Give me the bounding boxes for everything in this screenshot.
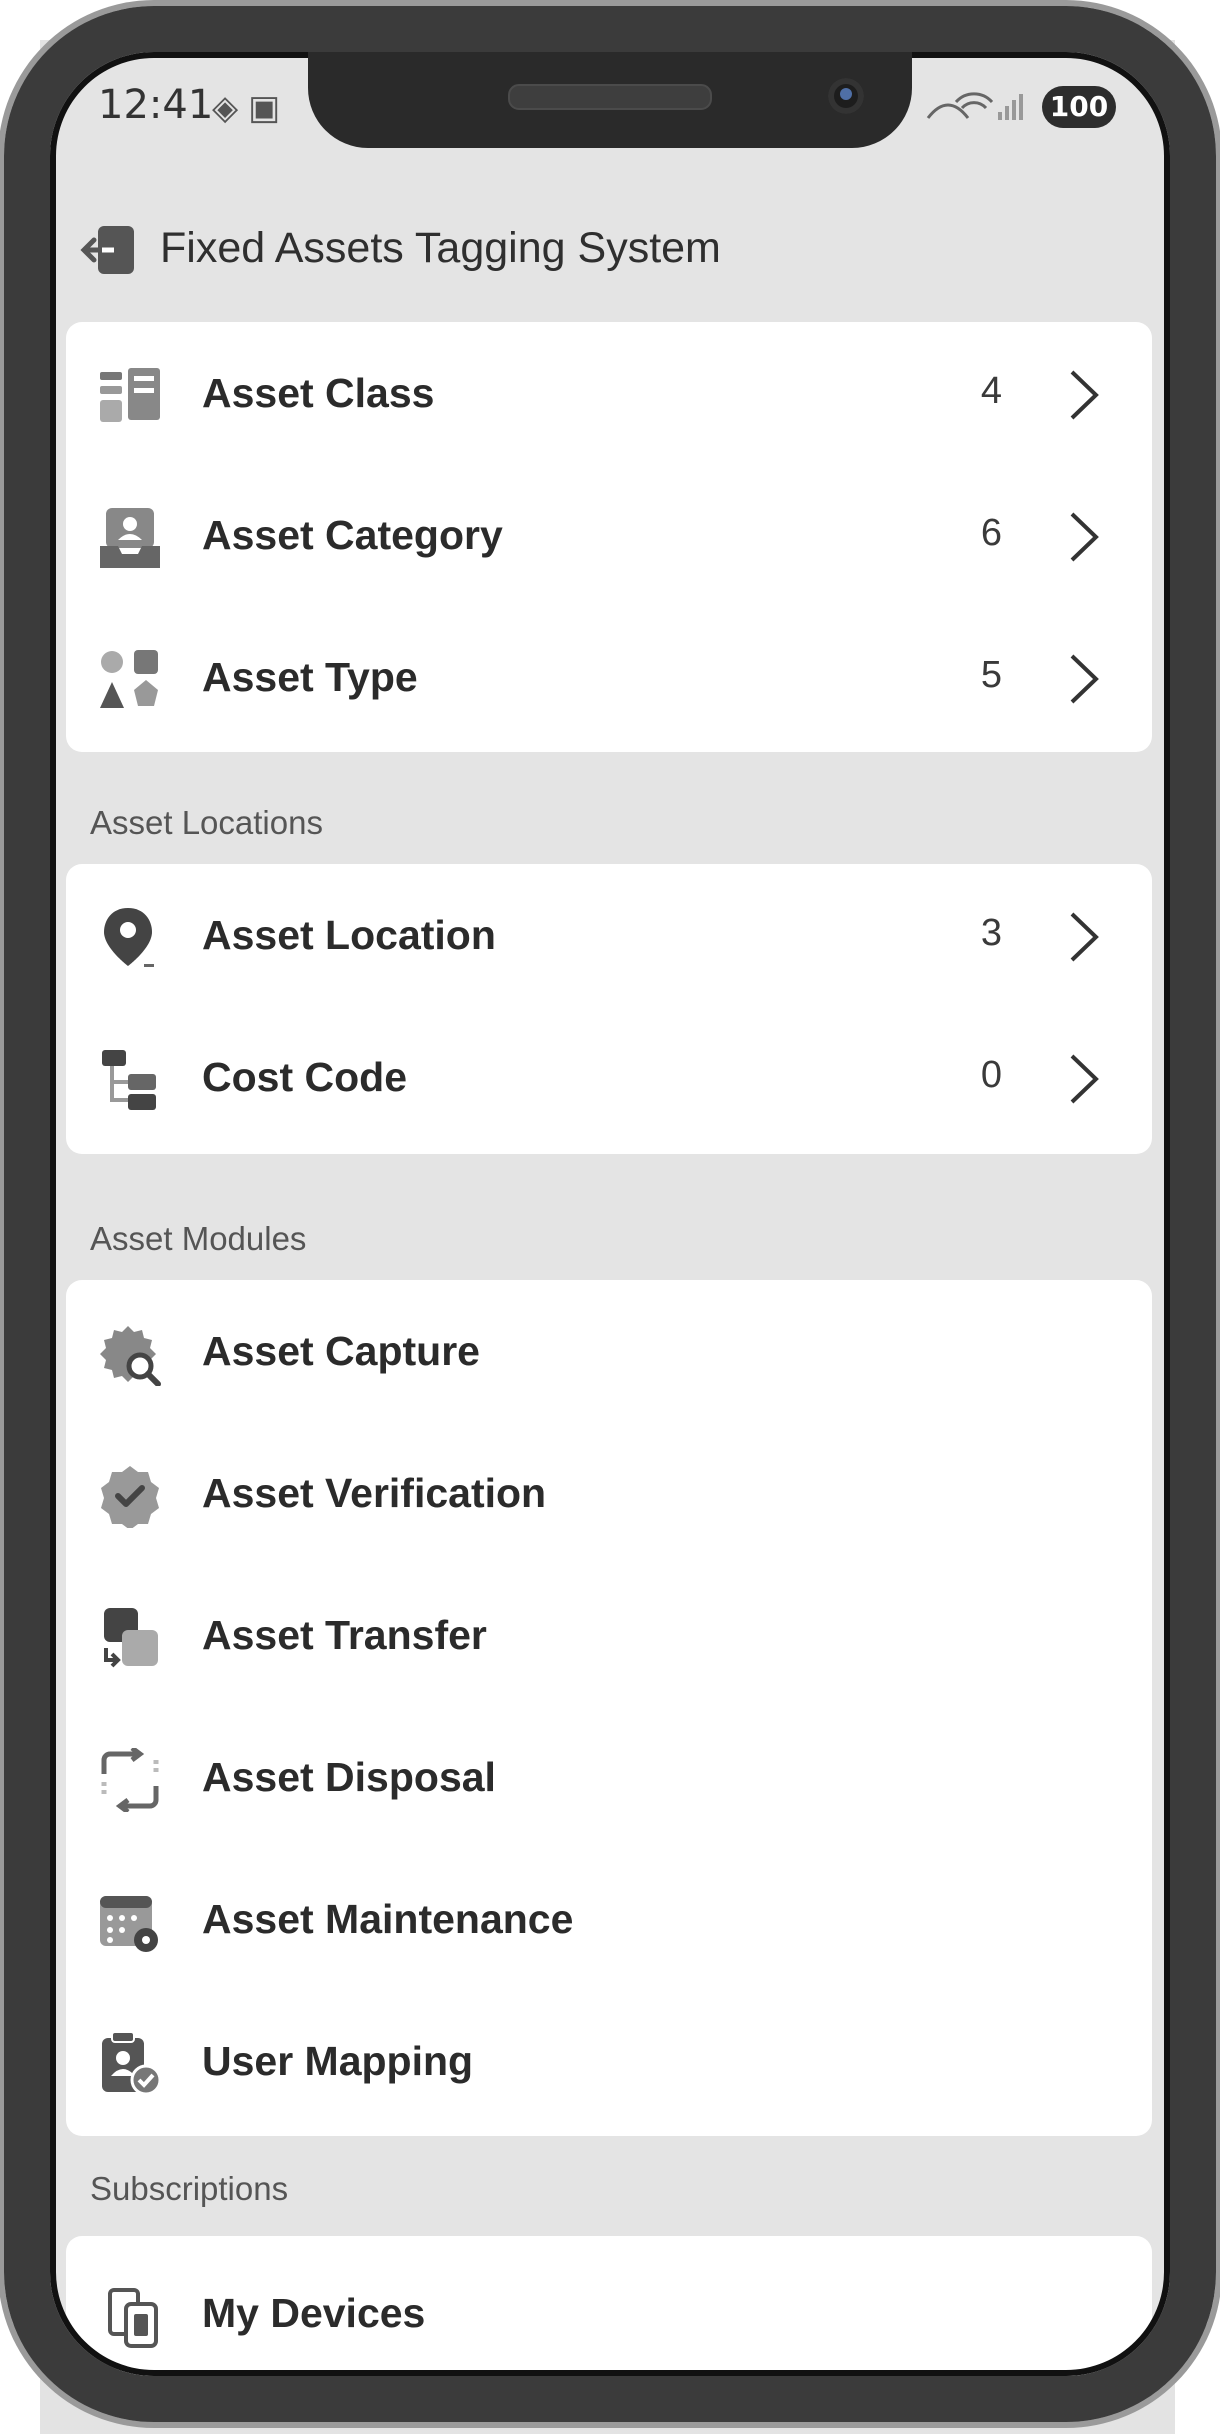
asset-verification-row[interactable]: Asset Verification xyxy=(66,1424,1152,1566)
chevron-right-icon xyxy=(1070,654,1099,704)
gear-search-icon xyxy=(100,1326,161,1386)
list-grid-icon xyxy=(100,368,160,422)
asset-setup-card: Asset Class 4 Asset Category 6 Asset Typ… xyxy=(66,322,1152,752)
side-button xyxy=(1206,180,1220,240)
asset-modules-card: Asset Capture Asset Verification Asset T… xyxy=(66,1280,1152,2136)
cost-code-row[interactable]: Cost Code 0 xyxy=(66,1008,1152,1150)
cost-code-label: Cost Code xyxy=(202,1054,407,1100)
asset-maintenance-label: Asset Maintenance xyxy=(202,1896,574,1942)
asset-location-row[interactable]: Asset Location 3 xyxy=(66,866,1152,1008)
map-pin-icon xyxy=(104,908,154,967)
page-title: Fixed Assets Tagging System xyxy=(160,224,721,272)
subscriptions-heading: Subscriptions xyxy=(90,2170,289,2207)
asset-category-label: Asset Category xyxy=(202,512,503,558)
chevron-right-icon xyxy=(1070,912,1099,962)
speaker-grille xyxy=(508,84,712,110)
verified-badge-icon xyxy=(101,1466,159,1528)
asset-disposal-label: Asset Disposal xyxy=(202,1754,496,1800)
shapes-icon xyxy=(100,650,158,708)
asset-verification-label: Asset Verification xyxy=(202,1470,547,1516)
asset-locations-card: Asset Location 3 Cost Code 0 xyxy=(66,864,1152,1154)
clipboard-user-check-icon xyxy=(102,2032,162,2096)
my-devices-row[interactable]: My Devices xyxy=(66,2244,1152,2378)
phone-screen: 12:41 ◈▣ 100 Fixed Assets Tagging System xyxy=(50,52,1168,2378)
asset-disposal-row[interactable]: Asset Disposal xyxy=(66,1708,1152,1850)
asset-type-count: 5 xyxy=(980,654,1002,696)
transfer-icon xyxy=(104,1608,158,1668)
settings-diamond-icon: ◈ xyxy=(212,88,249,128)
asset-locations-heading: Asset Locations xyxy=(90,804,323,841)
asset-class-count: 4 xyxy=(980,370,1002,412)
my-devices-label: My Devices xyxy=(202,2290,426,2336)
asset-transfer-label: Asset Transfer xyxy=(202,1612,487,1658)
asset-location-count: 3 xyxy=(980,912,1002,954)
chevron-right-icon xyxy=(1070,370,1099,420)
subscriptions-card: My Devices xyxy=(66,2236,1152,2378)
front-camera xyxy=(828,78,864,114)
asset-category-row[interactable]: Asset Category 6 xyxy=(66,466,1152,608)
battery-indicator: 100 xyxy=(1042,86,1116,128)
asset-transfer-row[interactable]: Asset Transfer xyxy=(66,1566,1152,1708)
status-time: 12:41 xyxy=(98,82,214,128)
inbox-user-icon xyxy=(100,508,160,568)
exit-icon[interactable] xyxy=(80,224,136,276)
asset-capture-label: Asset Capture xyxy=(202,1328,480,1374)
user-mapping-row[interactable]: User Mapping xyxy=(66,1992,1152,2134)
devices-icon xyxy=(108,2288,158,2348)
calendar-gear-icon xyxy=(100,1896,158,1952)
cost-code-count: 0 xyxy=(980,1054,1002,1096)
asset-modules-heading: Asset Modules xyxy=(90,1220,307,1257)
user-mapping-label: User Mapping xyxy=(202,2038,474,2084)
asset-location-label: Asset Location xyxy=(202,912,496,958)
side-button xyxy=(1206,2200,1220,2240)
status-left-icons: ◈▣ xyxy=(212,88,290,128)
chevron-right-icon xyxy=(1070,512,1099,562)
asset-maintenance-row[interactable]: Asset Maintenance xyxy=(66,1850,1152,1992)
asset-class-label: Asset Class xyxy=(202,370,435,416)
asset-category-count: 6 xyxy=(980,512,1002,554)
asset-type-row[interactable]: Asset Type 5 xyxy=(66,608,1152,750)
side-button xyxy=(0,180,14,230)
tree-structure-icon xyxy=(102,1050,156,1110)
side-button xyxy=(0,440,14,590)
recycle-arrows-icon xyxy=(101,1748,159,1812)
chevron-right-icon xyxy=(1070,1054,1099,1104)
asset-type-label: Asset Type xyxy=(202,654,418,700)
notch xyxy=(308,52,912,148)
asset-capture-row[interactable]: Asset Capture xyxy=(66,1282,1152,1424)
header: Fixed Assets Tagging System xyxy=(50,192,1168,302)
screenshot-icon: ▣ xyxy=(248,88,291,128)
asset-class-row[interactable]: Asset Class 4 xyxy=(66,324,1152,466)
